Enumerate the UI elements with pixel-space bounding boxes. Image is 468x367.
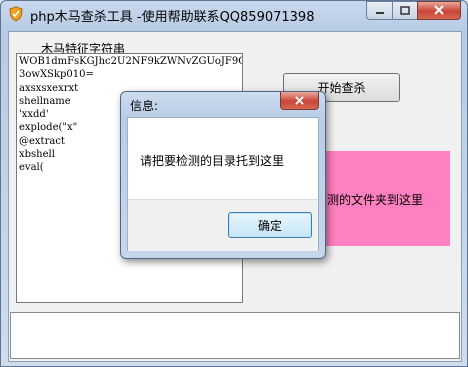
list-item[interactable]: WOB1dmFsKGJhc2U2NF9kZWNvZGUoJF9QT1NUW [19,56,242,68]
list-item[interactable]: 3owXSkp010= [19,69,94,81]
caption-buttons [366,1,461,21]
close-button[interactable] [417,1,461,20]
close-icon [434,4,444,18]
dialog-message: 请把要检测的目录托到这里 [140,154,285,168]
minimize-icon [375,4,385,18]
list-item[interactable]: axsxsxexrxt [19,83,78,95]
list-item[interactable]: shellname [19,96,71,108]
maximize-button[interactable] [392,1,417,20]
list-item[interactable]: xbshell [19,149,55,161]
dialog-title: 信息: [130,99,159,113]
dialog-footer: 确定 [128,199,318,251]
list-item[interactable]: eval( [19,162,44,174]
maximize-icon [400,4,410,18]
status-output[interactable] [10,312,460,359]
minimize-button[interactable] [366,1,392,20]
list-item[interactable]: @extract [19,136,65,148]
drop-zone-label: 测的文件夹到这里 [327,193,424,207]
title-bar[interactable]: php木马查杀工具 -使用帮助联系QQ859071398 [1,1,467,29]
shield-icon [8,6,24,22]
info-dialog: 信息: 请把要检测的目录托到这里 确定 [120,91,326,259]
window-title: php木马查杀工具 -使用帮助联系QQ859071398 [30,10,315,25]
dialog-body: 请把要检测的目录托到这里 确定 [127,117,319,251]
list-item[interactable]: explode("x" [19,122,77,134]
ok-button[interactable]: 确定 [228,212,312,238]
close-icon [295,94,304,108]
list-item[interactable]: 'xxdd' [19,109,49,121]
dialog-close-button[interactable] [280,92,319,110]
